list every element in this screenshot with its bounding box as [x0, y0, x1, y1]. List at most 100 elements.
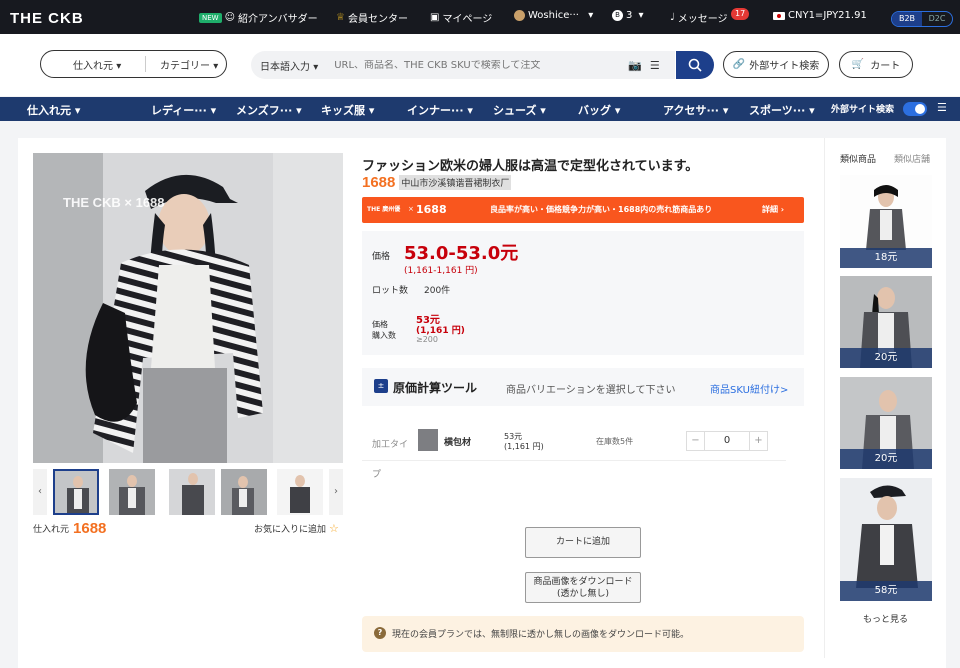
bell-icon: ♩: [670, 12, 675, 23]
my-page-link[interactable]: ▣ マイページ: [430, 10, 492, 25]
messages-link[interactable]: ♩ メッセージ: [670, 10, 728, 25]
source-dropdown[interactable]: 仕入れ元 ▾: [73, 57, 121, 72]
cart-button[interactable]: 🛒 カート: [839, 51, 913, 78]
d2c-option[interactable]: D2C: [922, 12, 952, 26]
filter-sliders-icon[interactable]: ☰: [650, 59, 660, 72]
thumbnail[interactable]: [53, 469, 99, 515]
category-nav-label: スポーツ···: [749, 104, 806, 117]
thumbnail[interactable]: [109, 469, 155, 515]
similar-product[interactable]: 20元: [840, 276, 932, 368]
b2b-d2c-switch[interactable]: B2B D2C: [891, 11, 953, 27]
category-nav-item[interactable]: バッグ ▾: [578, 102, 620, 118]
calculator-icon: ±: [374, 379, 388, 393]
price-box: 価格 53.0-53.0元 (1,161-1,161 円) ロット数 200件 …: [362, 231, 804, 355]
menu-icon[interactable]: ☰: [937, 101, 947, 114]
search-input[interactable]: [334, 59, 625, 71]
caret-down-icon: ▾: [71, 104, 81, 117]
category-nav-item[interactable]: メンズフ··· ▾: [236, 102, 302, 118]
language-dropdown[interactable]: 日本語入力 ▾: [260, 58, 318, 73]
cart-icon: 🛒: [851, 59, 865, 70]
search-button[interactable]: [676, 51, 714, 79]
thumbnail[interactable]: [277, 469, 323, 515]
camera-icon[interactable]: 📷: [628, 59, 642, 72]
calc-hint: 商品バリエーションを選択して下さい: [506, 385, 676, 396]
tier-label-qty: 購入数: [372, 331, 396, 340]
caret-down-icon: ▾: [116, 60, 122, 72]
language-label: 日本語入力: [260, 61, 310, 73]
category-dropdown[interactable]: カテゴリー ▾: [160, 57, 218, 72]
variant-thumbnail[interactable]: [418, 429, 438, 451]
category-nav-label: レディー···: [151, 104, 207, 117]
source-category-selector[interactable]: 仕入れ元 ▾ カテゴリー ▾: [40, 50, 227, 78]
member-center-link[interactable]: ♕ 会員センター: [336, 10, 408, 25]
category-nav-item[interactable]: アクセサ··· ▾: [663, 102, 728, 118]
similar-product-price: 20元: [840, 449, 932, 469]
id-card-icon: ▣: [430, 12, 440, 23]
category-nav-item[interactable]: レディー··· ▾: [151, 102, 216, 118]
category-label: カテゴリー: [160, 60, 210, 72]
banner-x: ×: [408, 205, 414, 213]
favorite-button[interactable]: お気に入りに追加 ☆: [254, 522, 339, 535]
sku-link[interactable]: 商品SKU紐付け>: [710, 381, 788, 396]
thumbnail[interactable]: [169, 469, 215, 515]
search-row: 仕入れ元 ▾ カテゴリー ▾ 日本語入力 ▾ 📷 ☰ 🔗 外部サイト検索 🛒 カ…: [0, 34, 960, 96]
price-range: 53.0-53.0元: [404, 243, 519, 264]
points-count: 3: [626, 10, 633, 21]
similar-product[interactable]: 18元: [840, 175, 932, 268]
currency-rate[interactable]: CNY1=JPY21.91: [773, 10, 867, 21]
external-search-button[interactable]: 🔗 外部サイト検索: [723, 51, 829, 78]
star-icon: ☆: [329, 522, 339, 535]
chevron-right-icon: ›: [780, 205, 785, 214]
source-label: 仕入れ元: [73, 60, 113, 72]
banner-1688: 1688: [416, 203, 447, 216]
b2b-option[interactable]: B2B: [892, 12, 922, 26]
variant-type-label: 加工タイ: [372, 440, 409, 450]
add-to-cart-button[interactable]: カートに追加: [525, 527, 641, 558]
similar-product-price: 58元: [840, 581, 932, 601]
tab-similar-stores[interactable]: 類似店舗: [894, 152, 930, 165]
user-name: Woshice···: [528, 10, 579, 21]
quantity-input[interactable]: 0: [705, 432, 749, 450]
thumbnail[interactable]: [221, 469, 267, 515]
see-more-link[interactable]: もっと見る: [863, 612, 908, 625]
site-logo[interactable]: THE CKB: [10, 10, 84, 27]
thumb-next-button[interactable]: ›: [329, 469, 343, 515]
model-photo: THE CKB × 1688: [33, 153, 343, 463]
supplier-name[interactable]: 中山市沙溪镇谐晋裙制衣厂: [399, 175, 512, 190]
ambassador-link[interactable]: NEW ☺ 紹介アンバサダー: [199, 10, 318, 25]
currency-label: CNY1=JPY21.91: [788, 10, 867, 21]
category-nav-item[interactable]: キッズ服 ▾: [321, 102, 374, 118]
banner-detail-link[interactable]: 詳細 ›: [762, 204, 784, 215]
similar-product[interactable]: 58元: [840, 478, 932, 601]
variant-name: 横包材: [444, 438, 472, 448]
search-box: 日本語入力 ▾ 📷 ☰: [251, 51, 675, 79]
category-nav-item[interactable]: スポーツ··· ▾: [749, 102, 815, 118]
category-nav-label: バッグ: [578, 104, 611, 117]
help-icon: ?: [374, 627, 386, 639]
promo-banner[interactable]: THE 廣州優 × 1688 良品率が高い・価格競争力が高い・1688内の売れ筋…: [362, 197, 804, 223]
decrement-button[interactable]: −: [687, 432, 705, 450]
similar-product[interactable]: 20元: [840, 377, 932, 469]
tab-similar-products[interactable]: 類似商品: [840, 152, 876, 165]
increment-button[interactable]: +: [749, 432, 767, 450]
points-menu[interactable]: B 3 ▾: [612, 10, 644, 21]
category-nav-item[interactable]: 仕入れ元 ▾: [27, 102, 80, 118]
user-menu[interactable]: Woshice··· ▾: [514, 10, 593, 21]
user-icon: ☺: [224, 12, 236, 23]
source-info: 仕入れ元 1688: [33, 520, 106, 537]
product-title: ファッション欧米の婦人服は高温で定型化されています。: [362, 159, 699, 174]
caret-down-icon: ▾: [719, 104, 729, 117]
source-logo-1688: 1688: [73, 520, 107, 537]
tier-min-qty: ≥200: [416, 335, 438, 344]
external-site-toggle[interactable]: [903, 102, 927, 116]
category-nav-item[interactable]: インナー··· ▾: [407, 102, 473, 118]
category-nav-item[interactable]: シューズ ▾: [493, 102, 546, 118]
category-nav-label: シューズ: [493, 104, 537, 117]
download-images-button[interactable]: 商品画像をダウンロード (透かし無し): [525, 572, 641, 603]
lot-value: 200件: [424, 286, 451, 296]
caret-down-icon: ▾: [213, 60, 219, 72]
thumb-prev-button[interactable]: ‹: [33, 469, 47, 515]
notice-text: 現在の会員プランでは、無制限に透かし無しの画像をダウンロード可能。: [392, 630, 690, 640]
product-main-image[interactable]: THE CKB × 1688: [33, 153, 343, 463]
link-icon: 🔗: [732, 59, 746, 70]
